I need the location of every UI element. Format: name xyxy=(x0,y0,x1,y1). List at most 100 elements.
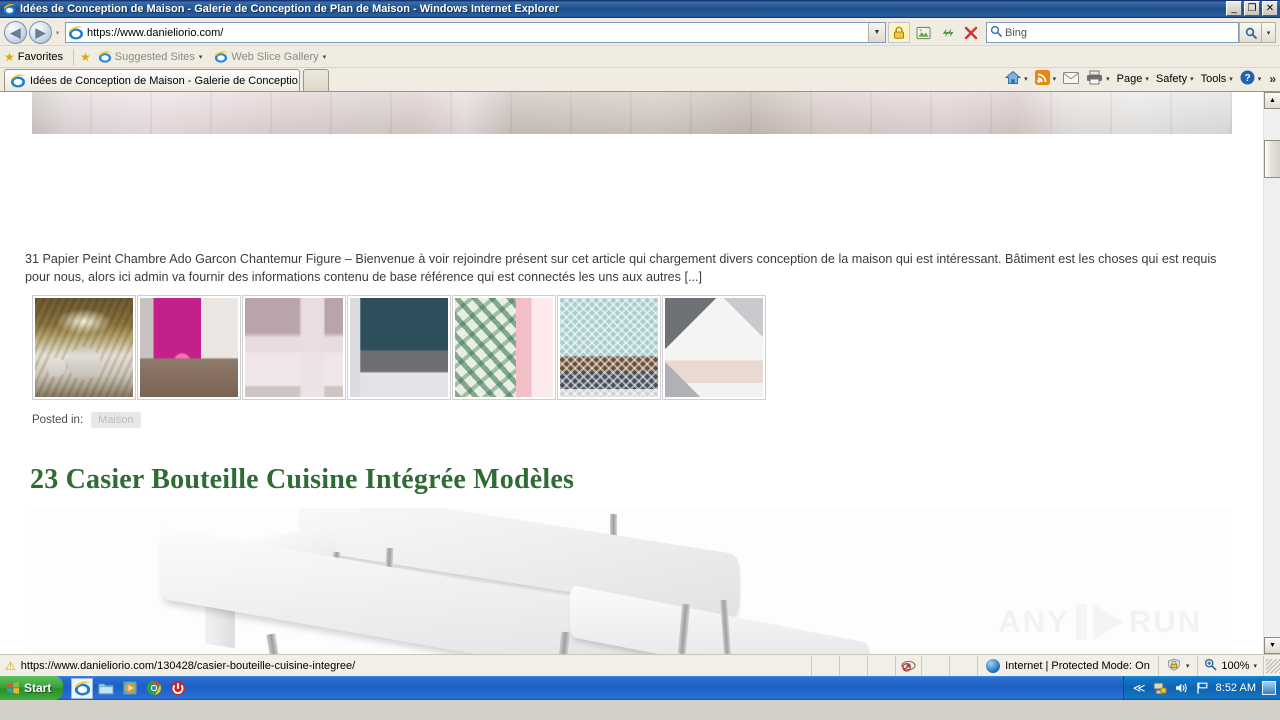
command-bar-overflow-button[interactable]: » xyxy=(1269,72,1276,86)
toolbar-separator xyxy=(73,48,75,65)
recent-pages-dropdown[interactable]: ▾ xyxy=(52,29,63,37)
chevron-down-icon[interactable]: ▾ xyxy=(323,53,327,61)
chevron-down-icon[interactable]: ▾ xyxy=(1145,75,1149,83)
scroll-down-button[interactable]: ▼ xyxy=(1264,637,1280,654)
restore-button[interactable]: ❐ xyxy=(1244,1,1260,16)
taskbar-media-player-icon[interactable] xyxy=(119,678,141,699)
search-provider-dropdown[interactable]: ▾ xyxy=(1261,22,1276,43)
chambre-rose-fuchsia-image xyxy=(140,298,238,397)
papier-peint-triangles-scandinave-image xyxy=(665,298,763,397)
address-dropdown-button[interactable]: ▼ xyxy=(868,23,885,42)
add-to-favorites-icon: ★ xyxy=(80,49,91,64)
star-icon: ★ xyxy=(4,49,15,64)
windows-flag-icon xyxy=(6,681,20,695)
start-button[interactable]: Start xyxy=(0,676,64,700)
scrollbar-thumb[interactable] xyxy=(1264,140,1280,178)
privacy-report-icon[interactable] xyxy=(896,655,923,676)
window-title: Idées de Conception de Maison - Galerie … xyxy=(20,3,559,15)
chambre-papier-peint-dore-image xyxy=(35,298,133,397)
chevron-down-icon[interactable]: ▾ xyxy=(1186,662,1190,670)
internet-zone-icon xyxy=(986,658,1001,673)
status-segment-1 xyxy=(812,655,841,676)
desk-leg-icon xyxy=(266,633,279,654)
forward-button[interactable]: ▶ xyxy=(29,21,52,44)
taskbar-clock[interactable]: 8:52 AM xyxy=(1216,682,1256,694)
home-button[interactable]: ▾ xyxy=(1002,69,1031,89)
address-bar[interactable]: https://www.danieliorio.com/ ▼ xyxy=(65,22,886,43)
gallery-thumbnail-5[interactable] xyxy=(452,295,556,400)
chevron-down-icon[interactable]: ▾ xyxy=(199,53,203,61)
papier-peint-turquoise-geometrique-image xyxy=(560,298,658,397)
page-menu-button[interactable]: Page ▾ xyxy=(1114,72,1152,86)
category-tag-link[interactable]: Maison xyxy=(91,412,141,428)
help-menu-button[interactable]: ? ▾ xyxy=(1237,69,1265,89)
article-featured-image[interactable]: ANY RUN xyxy=(30,508,1232,654)
compatibility-view-icon[interactable] xyxy=(912,22,934,43)
web-slice-gallery-item[interactable]: Web Slice Gallery ▾ xyxy=(214,50,326,64)
minimize-button[interactable]: _ xyxy=(1226,1,1242,16)
navigation-toolbar: ◀ ▶ ▾ https://www.danieliorio.com/ ▼ Bin… xyxy=(0,18,1280,46)
feeds-button[interactable]: ▾ xyxy=(1032,69,1060,89)
read-mail-button[interactable] xyxy=(1060,71,1082,88)
search-input[interactable]: Bing xyxy=(986,22,1239,43)
gallery-thumbnail-4[interactable] xyxy=(347,295,451,400)
lock-icon[interactable] xyxy=(888,22,910,43)
taskbar-shutdown-icon[interactable] xyxy=(167,678,189,699)
internet-explorer-icon xyxy=(214,50,228,64)
action-center-icon[interactable] xyxy=(1195,681,1210,696)
gallery-thumbnail-6[interactable] xyxy=(557,295,661,400)
refresh-icon[interactable] xyxy=(936,22,958,43)
network-icon[interactable] xyxy=(1153,681,1168,696)
volume-icon[interactable] xyxy=(1174,681,1189,696)
gallery-thumbnail-1[interactable] xyxy=(32,295,136,400)
new-tab-button[interactable] xyxy=(303,69,329,91)
search-go-button[interactable] xyxy=(1239,22,1261,43)
safety-menu-button[interactable]: Safety ▾ xyxy=(1153,72,1197,86)
chevron-down-icon[interactable]: ▾ xyxy=(1229,75,1233,83)
chevron-down-icon[interactable]: ▾ xyxy=(1053,75,1057,83)
tools-menu-label: Tools xyxy=(1200,73,1227,85)
address-url-text[interactable]: https://www.danieliorio.com/ xyxy=(87,27,868,39)
window-controls[interactable]: _ ❐ ✕ xyxy=(1226,1,1278,16)
favorites-bar: ★ Favorites ★ Suggested Sites ▾ Web Slic… xyxy=(0,46,1280,68)
scroll-up-button[interactable]: ▲ xyxy=(1264,92,1280,109)
back-button[interactable]: ◀ xyxy=(4,21,27,44)
add-to-favorites-bar-button[interactable]: ★ xyxy=(80,50,94,64)
stop-icon[interactable] xyxy=(960,22,982,43)
gallery-thumbnail-2[interactable] xyxy=(137,295,241,400)
chevron-down-icon[interactable]: ▾ xyxy=(1190,75,1194,83)
previous-post-image[interactable] xyxy=(32,92,1232,134)
article-heading-link[interactable]: 23 Casier Bouteille Cuisine Intégrée Mod… xyxy=(30,464,574,496)
show-desktop-button[interactable] xyxy=(1262,681,1276,695)
gallery-thumbnail-3[interactable] xyxy=(242,295,346,400)
gallery-thumbnail-7[interactable] xyxy=(662,295,766,400)
taskbar-folder-icon[interactable] xyxy=(95,678,117,699)
tab-title: Idées de Conception de Maison - Galerie … xyxy=(30,74,300,87)
status-url-text: https://www.danieliorio.com/130428/casie… xyxy=(20,659,356,672)
internet-explorer-icon xyxy=(98,50,112,64)
taskbar-internet-explorer-icon[interactable] xyxy=(71,677,94,699)
close-button[interactable]: ✕ xyxy=(1262,1,1278,16)
zoom-control[interactable]: 100% ▾ xyxy=(1198,655,1264,676)
suggested-sites-item[interactable]: Suggested Sites ▾ xyxy=(98,50,203,64)
suggested-sites-label: Suggested Sites xyxy=(114,50,195,63)
page-menu-label: Page xyxy=(1116,73,1143,85)
watermark-play-icon xyxy=(1092,604,1123,640)
tab-active[interactable]: Idées de Conception de Maison - Galerie … xyxy=(4,69,300,91)
resize-grip[interactable] xyxy=(1266,658,1280,673)
window-title-bar[interactable]: Idées de Conception de Maison - Galerie … xyxy=(0,0,1280,18)
post-excerpt: 31 Papier Peint Chambre Ado Garcon Chant… xyxy=(25,252,1217,284)
protected-mode-indicator[interactable]: ▾ xyxy=(1159,655,1199,676)
show-hidden-icons-button[interactable]: ≪ xyxy=(1132,681,1147,696)
chevron-down-icon[interactable]: ▾ xyxy=(1253,662,1257,670)
taskbar-chrome-icon[interactable] xyxy=(143,678,165,699)
print-button[interactable]: ▾ xyxy=(1083,69,1113,89)
chevron-down-icon[interactable]: ▾ xyxy=(1024,75,1028,83)
chevron-down-icon[interactable]: ▾ xyxy=(1258,75,1262,83)
vertical-scrollbar[interactable]: ▲ ▼ xyxy=(1263,92,1280,654)
tools-menu-button[interactable]: Tools ▾ xyxy=(1198,72,1236,86)
favorites-button[interactable]: ★ Favorites xyxy=(4,50,63,64)
security-zone-indicator[interactable]: Internet | Protected Mode: On xyxy=(978,655,1159,676)
chevron-down-icon[interactable]: ▾ xyxy=(1106,75,1110,83)
chambre-bleu-canard-image xyxy=(350,298,448,397)
